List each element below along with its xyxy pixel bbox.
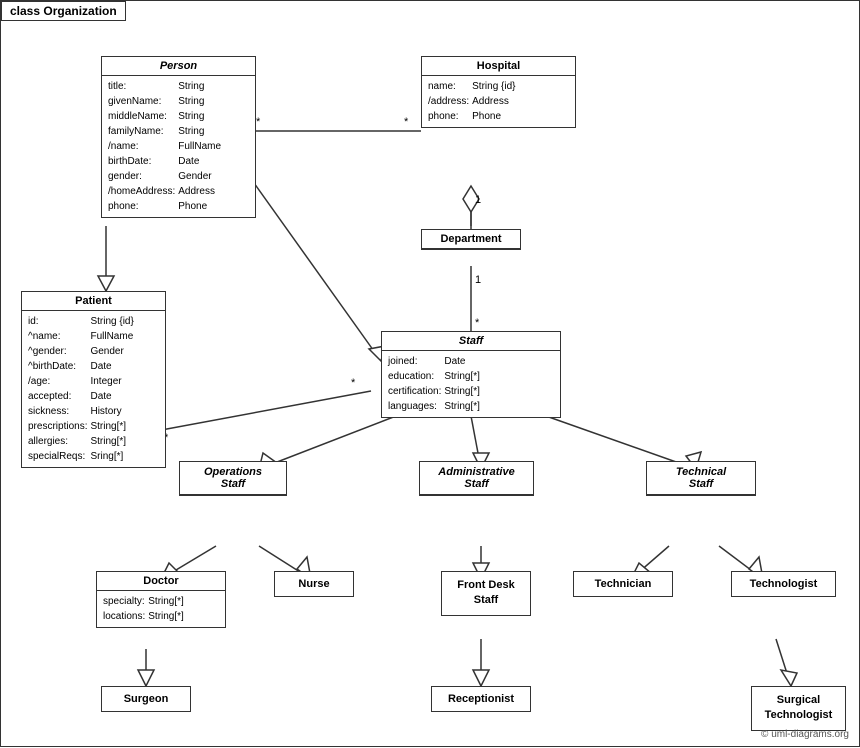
person-title: Person (102, 57, 255, 76)
svg-text:1: 1 (475, 274, 481, 286)
surgical-technologist-class: SurgicalTechnologist (751, 686, 846, 731)
staff-title: Staff (382, 332, 560, 351)
operations-staff-title: OperationsStaff (180, 462, 286, 495)
department-class: Department (421, 229, 521, 250)
person-class: Person title:String givenName:String mid… (101, 56, 256, 218)
patient-class: Patient id:String {id} ^name:FullName ^g… (21, 291, 166, 468)
svg-text:*: * (404, 116, 409, 128)
patient-title: Patient (22, 292, 165, 311)
person-body: title:String givenName:String middleName… (102, 76, 255, 217)
svg-text:*: * (351, 377, 356, 389)
diagram-container: class Organization * * 1 * 1 * * * (0, 0, 860, 747)
operations-staff-class: OperationsStaff (179, 461, 287, 496)
staff-class: Staff joined:Date education:String[*] ce… (381, 331, 561, 418)
copyright-text: © uml-diagrams.org (761, 729, 849, 740)
technical-staff-title: TechnicalStaff (647, 462, 755, 495)
hospital-title: Hospital (422, 57, 575, 76)
hospital-body: name:String {id} /address:Address phone:… (422, 76, 575, 127)
diagram-title: class Organization (1, 1, 126, 21)
administrative-staff-title: AdministrativeStaff (420, 462, 533, 495)
receptionist-class: Receptionist (431, 686, 531, 712)
technologist-class: Technologist (731, 571, 836, 597)
svg-text:*: * (475, 317, 480, 329)
staff-body: joined:Date education:String[*] certific… (382, 351, 560, 417)
doctor-class: Doctor specialty:String[*] locations:Str… (96, 571, 226, 628)
department-title: Department (422, 230, 520, 249)
nurse-class: Nurse (274, 571, 354, 597)
technical-staff-class: TechnicalStaff (646, 461, 756, 496)
svg-text:*: * (256, 116, 261, 128)
svg-text:1: 1 (475, 194, 481, 206)
technician-class: Technician (573, 571, 673, 597)
front-desk-staff-class: Front DeskStaff (441, 571, 531, 616)
administrative-staff-class: AdministrativeStaff (419, 461, 534, 496)
doctor-title: Doctor (97, 572, 225, 591)
surgeon-class: Surgeon (101, 686, 191, 712)
doctor-body: specialty:String[*] locations:String[*] (97, 591, 225, 627)
hospital-class: Hospital name:String {id} /address:Addre… (421, 56, 576, 128)
patient-body: id:String {id} ^name:FullName ^gender:Ge… (22, 311, 165, 467)
